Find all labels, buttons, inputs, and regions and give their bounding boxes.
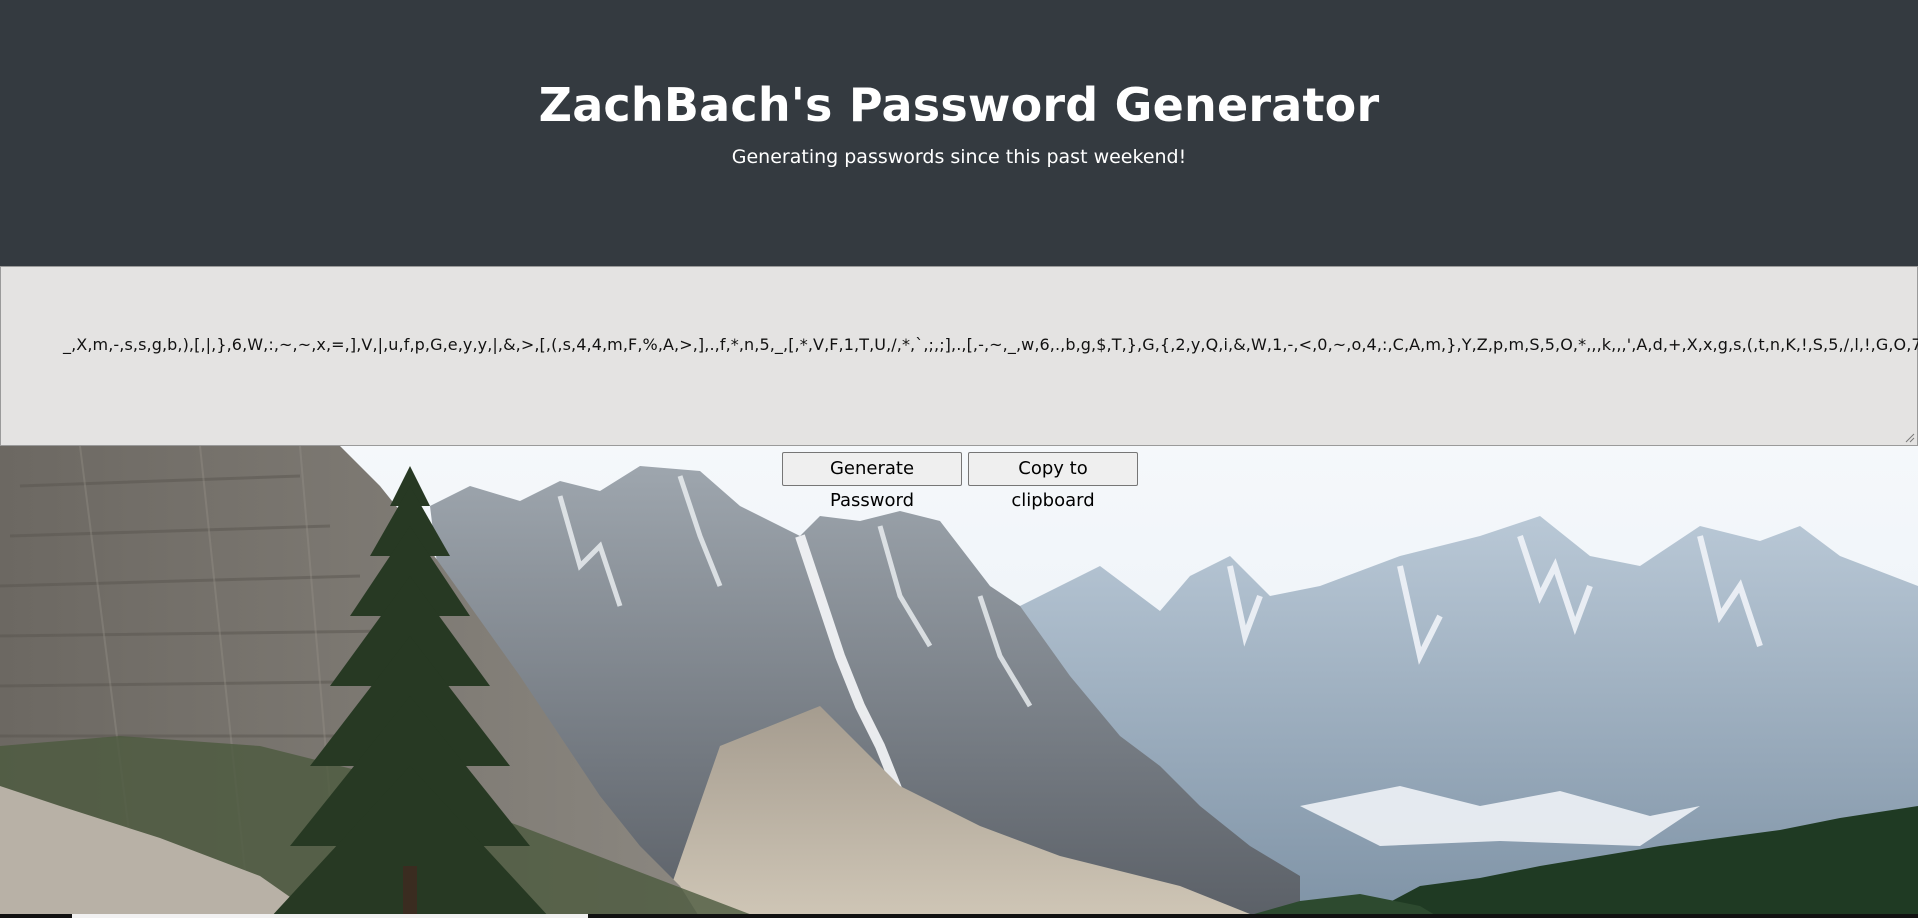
mountain-landscape-image bbox=[0, 446, 1918, 918]
bottom-scrollbar-thumb[interactable] bbox=[72, 914, 588, 918]
header-jumbotron: ZachBach's Password Generator Generating… bbox=[0, 0, 1918, 266]
page-subtitle: Generating passwords since this past wee… bbox=[731, 146, 1187, 168]
password-text: _,X,m,-,s,s,g,b,),[,|,},6,W,:,~,~,x,=,],… bbox=[63, 335, 1918, 354]
generate-password-button[interactable]: Generate Password bbox=[782, 452, 962, 511]
copy-to-clipboard-button[interactable]: Copy to clipboard bbox=[968, 452, 1138, 511]
password-textarea[interactable]: _,X,m,-,s,s,g,b,),[,|,},6,W,:,~,~,x,=,],… bbox=[0, 266, 1918, 446]
page-title: ZachBach's Password Generator bbox=[538, 78, 1380, 132]
page: ZachBach's Password Generator Generating… bbox=[0, 0, 1918, 918]
resize-grip-icon[interactable] bbox=[1903, 431, 1915, 443]
